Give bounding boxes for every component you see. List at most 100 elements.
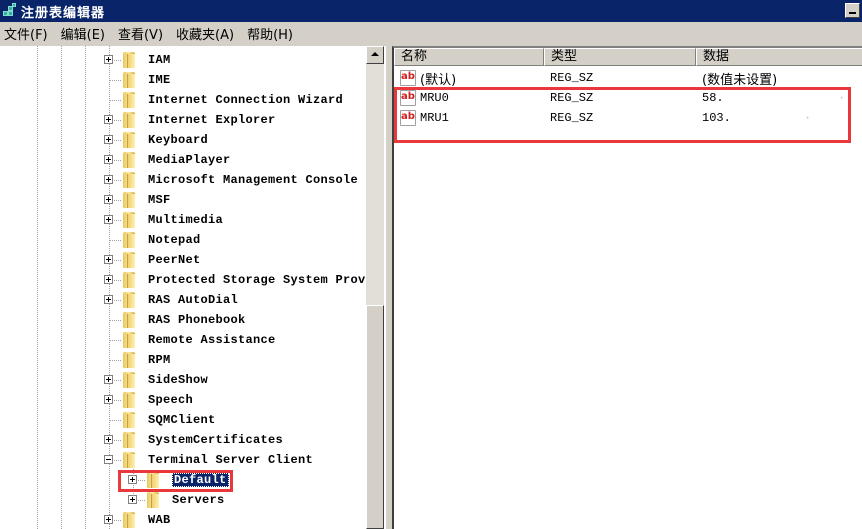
folder-icon [121, 152, 137, 168]
list-header: 名称 类型 数据 [394, 48, 862, 66]
tree-connector [109, 240, 121, 241]
tree-item-label: Notepad [148, 233, 201, 247]
tree-connector [138, 500, 145, 501]
scroll-up-arrow-icon[interactable] [366, 46, 384, 64]
tree-item[interactable]: Servers [0, 490, 366, 510]
tree-item[interactable]: RAS AutoDial [0, 290, 366, 310]
tree-item[interactable]: Terminal Server Client [0, 450, 366, 470]
column-header-type[interactable]: 类型 [544, 48, 696, 66]
expand-plus-icon[interactable] [128, 495, 137, 504]
tree-connector [114, 400, 121, 401]
tree-item-label: MediaPlayer [148, 153, 231, 167]
expand-plus-icon[interactable] [104, 175, 113, 184]
tree-item-label: Terminal Server Client [148, 453, 314, 467]
tree-item[interactable]: Protected Storage System Prov [0, 270, 366, 290]
tree-connector [114, 140, 121, 141]
tree-vertical-scrollbar[interactable] [366, 46, 384, 529]
menu-edit[interactable]: 编辑(E) [57, 24, 109, 43]
tree-item[interactable]: RAS Phonebook [0, 310, 366, 330]
tree-item[interactable]: Remote Assistance [0, 330, 366, 350]
tree-item[interactable]: Notepad [0, 230, 366, 250]
tree-connector [114, 220, 121, 221]
expand-plus-icon[interactable] [104, 435, 113, 444]
tree-connector [114, 460, 121, 461]
tree-connector [114, 520, 121, 521]
menu-view[interactable]: 查看(V) [114, 24, 167, 43]
expand-plus-icon[interactable] [104, 515, 113, 524]
tree-item[interactable]: Multimedia [0, 210, 366, 230]
column-header-data[interactable]: 数据 [696, 48, 862, 66]
minimize-button[interactable] [845, 3, 860, 18]
folder-icon [121, 92, 137, 108]
tree-item[interactable]: WAB [0, 510, 366, 529]
folder-icon [121, 272, 137, 288]
expand-plus-icon[interactable] [104, 375, 113, 384]
tree-item-label: Microsoft Management Console [148, 173, 359, 187]
collapse-minus-icon[interactable] [104, 455, 113, 464]
tree-item[interactable]: SQMClient [0, 410, 366, 430]
value-row[interactable]: ab (默认) REG_SZ (数值未设置) [394, 68, 862, 88]
tree-item-label: SQMClient [148, 413, 216, 427]
folder-icon [121, 332, 137, 348]
folder-icon [121, 252, 137, 268]
tree-item-label: SideShow [148, 373, 209, 387]
expand-plus-icon[interactable] [104, 155, 113, 164]
tree-item[interactable]: IME [0, 70, 366, 90]
value-name: (默认) [420, 73, 457, 88]
tree-item-label: Internet Connection Wizard [148, 93, 344, 107]
menu-favorites[interactable]: 收藏夹(A) [172, 24, 238, 43]
expand-plus-icon[interactable] [104, 135, 113, 144]
scroll-thumb[interactable] [366, 305, 384, 529]
expand-plus-icon[interactable] [104, 275, 113, 284]
folder-icon [121, 372, 137, 388]
tree-item[interactable]: Internet Connection Wizard [0, 90, 366, 110]
tree-item-label: Servers [172, 493, 225, 507]
tree-connector [114, 300, 121, 301]
annotation-highlight-default-key [118, 470, 233, 492]
folder-icon [121, 452, 137, 468]
folder-icon [121, 72, 137, 88]
expand-plus-icon[interactable] [104, 395, 113, 404]
folder-icon [121, 412, 137, 428]
tree-item[interactable]: IAM [0, 50, 366, 70]
tree-item[interactable]: Keyboard [0, 130, 366, 150]
tree-item[interactable]: MediaPlayer [0, 150, 366, 170]
expand-plus-icon[interactable] [104, 255, 113, 264]
tree-connector [109, 340, 121, 341]
expand-plus-icon[interactable] [104, 55, 113, 64]
tree-item[interactable]: RPM [0, 350, 366, 370]
folder-icon [121, 212, 137, 228]
tree-item-label: Keyboard [148, 133, 209, 147]
tree-connector [109, 420, 121, 421]
registry-key-tree[interactable]: IAM IME Internet Connection Wizard Internet… [0, 46, 386, 529]
window-title: 注册表编辑器 [21, 5, 106, 21]
expand-plus-icon[interactable] [104, 115, 113, 124]
expand-plus-icon[interactable] [104, 295, 113, 304]
tree-item-label: RAS Phonebook [148, 313, 246, 327]
menu-help[interactable]: 帮助(H) [243, 24, 297, 43]
tree-connector [109, 100, 121, 101]
tree-item[interactable]: PeerNet [0, 250, 366, 270]
tree-item-label: WAB [148, 513, 171, 527]
tree-item[interactable]: MSF [0, 190, 366, 210]
tree-connector [114, 260, 121, 261]
tree-item[interactable]: Microsoft Management Console [0, 170, 366, 190]
tree-connector [109, 360, 121, 361]
tree-item[interactable]: SystemCertificates [0, 430, 366, 450]
folder-icon [121, 292, 137, 308]
folder-icon [121, 432, 137, 448]
folder-icon [121, 112, 137, 128]
folder-icon [121, 192, 137, 208]
tree-item[interactable]: Speech [0, 390, 366, 410]
registry-editor-icon [2, 3, 18, 19]
folder-icon [121, 132, 137, 148]
menu-file[interactable]: 文件(F) [0, 24, 52, 43]
tree-item-label: IME [148, 73, 171, 87]
tree-item[interactable]: Internet Explorer [0, 110, 366, 130]
annotation-highlight-values [394, 87, 851, 143]
folder-icon [121, 172, 137, 188]
expand-plus-icon[interactable] [104, 215, 113, 224]
column-header-name[interactable]: 名称 [394, 48, 544, 66]
expand-plus-icon[interactable] [104, 195, 113, 204]
tree-item[interactable]: SideShow [0, 370, 366, 390]
